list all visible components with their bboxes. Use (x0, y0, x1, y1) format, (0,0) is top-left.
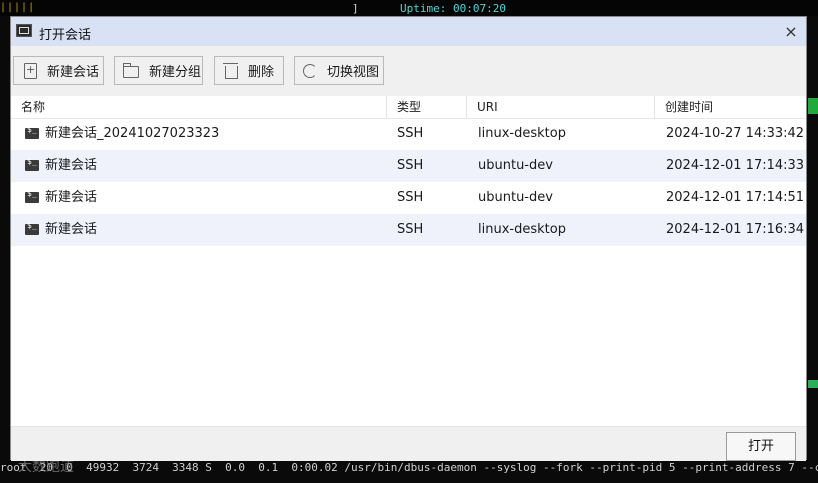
session-created: 2024-12-01 17:14:51 (666, 190, 805, 205)
session-uri: ubuntu-dev (478, 190, 553, 205)
terminal-process-line: root 20 0 49932 3724 3348 S 0.0 0.1 0:00… (0, 462, 818, 474)
new-session-label: 新建会话 (47, 65, 100, 80)
terminal-icon (25, 125, 39, 139)
session-table: 名称 类型 URI 创建时间 新建会话_20241027023323 SSH l… (11, 96, 806, 426)
table-row[interactable]: 新建会话 SSH ubuntu-dev 2024-12-01 17:14:51 (11, 182, 806, 214)
session-type: SSH (397, 190, 424, 205)
terminal-top-bar: ||||| ] Uptime: 00:07:20 (0, 0, 818, 16)
session-uri: ubuntu-dev (478, 158, 553, 173)
table-header: 名称 类型 URI 创建时间 (11, 96, 806, 119)
delete-label: 删除 (248, 65, 275, 80)
session-type: SSH (397, 222, 424, 237)
session-created: 2024-10-27 14:33:42 (666, 126, 805, 141)
open-button[interactable]: 打开 (726, 432, 796, 461)
session-uri: linux-desktop (478, 126, 566, 141)
table-row[interactable]: 新建会话 SSH linux-desktop 2024-12-01 17:16:… (11, 214, 806, 246)
session-type: SSH (397, 158, 424, 173)
switch-view-label: 切换视图 (327, 65, 380, 80)
terminal-highlight (808, 98, 818, 114)
dialog-footer: 打开 (11, 426, 806, 461)
terminal-uptime: Uptime: 00:07:20 (400, 2, 506, 15)
table-row[interactable]: 新建会话 SSH ubuntu-dev 2024-12-01 17:14:33 (11, 150, 806, 182)
session-name: 新建会话 (45, 190, 98, 205)
session-name: 新建会话_20241027023323 (45, 126, 220, 141)
toolbar: 新建会话 新建分组 删除 切换视图 (11, 46, 806, 96)
table-row[interactable]: 新建会话_20241027023323 SSH linux-desktop 20… (11, 118, 806, 150)
terminal-icon (25, 221, 39, 235)
new-group-button[interactable]: 新建分组 (114, 56, 203, 85)
terminal-bracket: ] (352, 2, 359, 15)
terminal-app-icon (16, 24, 32, 37)
delete-button[interactable]: 删除 (214, 56, 284, 85)
terminal-icon (25, 157, 39, 171)
new-file-icon (24, 62, 37, 79)
close-button[interactable]: × (780, 21, 802, 43)
column-header-created[interactable]: 创建时间 (655, 96, 805, 118)
switch-view-button[interactable]: 切换视图 (294, 56, 384, 85)
session-created: 2024-12-01 17:14:33 (666, 158, 805, 173)
trash-icon (223, 62, 238, 79)
terminal-highlight (808, 380, 818, 388)
session-type: SSH (397, 126, 424, 141)
column-header-name[interactable]: 名称 (11, 96, 387, 118)
session-created: 2024-12-01 17:16:34 (666, 222, 805, 237)
dialog-titlebar: 打开会话 × (11, 17, 806, 46)
terminal-icon (25, 189, 39, 203)
terminal-cpu-bars: ||||| (0, 2, 36, 13)
new-session-button[interactable]: 新建会话 (13, 56, 104, 85)
open-session-dialog: 打开会话 × 新建会话 新建分组 删除 切换视图 名称 类型 URI 创建时间 (10, 16, 807, 461)
session-uri: linux-desktop (478, 222, 566, 237)
column-header-type[interactable]: 类型 (387, 96, 467, 118)
dialog-title: 打开会话 (39, 28, 92, 43)
session-name: 新建会话 (45, 222, 98, 237)
refresh-icon (303, 63, 317, 78)
folder-icon (123, 63, 139, 78)
new-group-label: 新建分组 (149, 65, 202, 80)
session-name: 新建会话 (45, 158, 98, 173)
column-header-uri[interactable]: URI (467, 96, 655, 118)
